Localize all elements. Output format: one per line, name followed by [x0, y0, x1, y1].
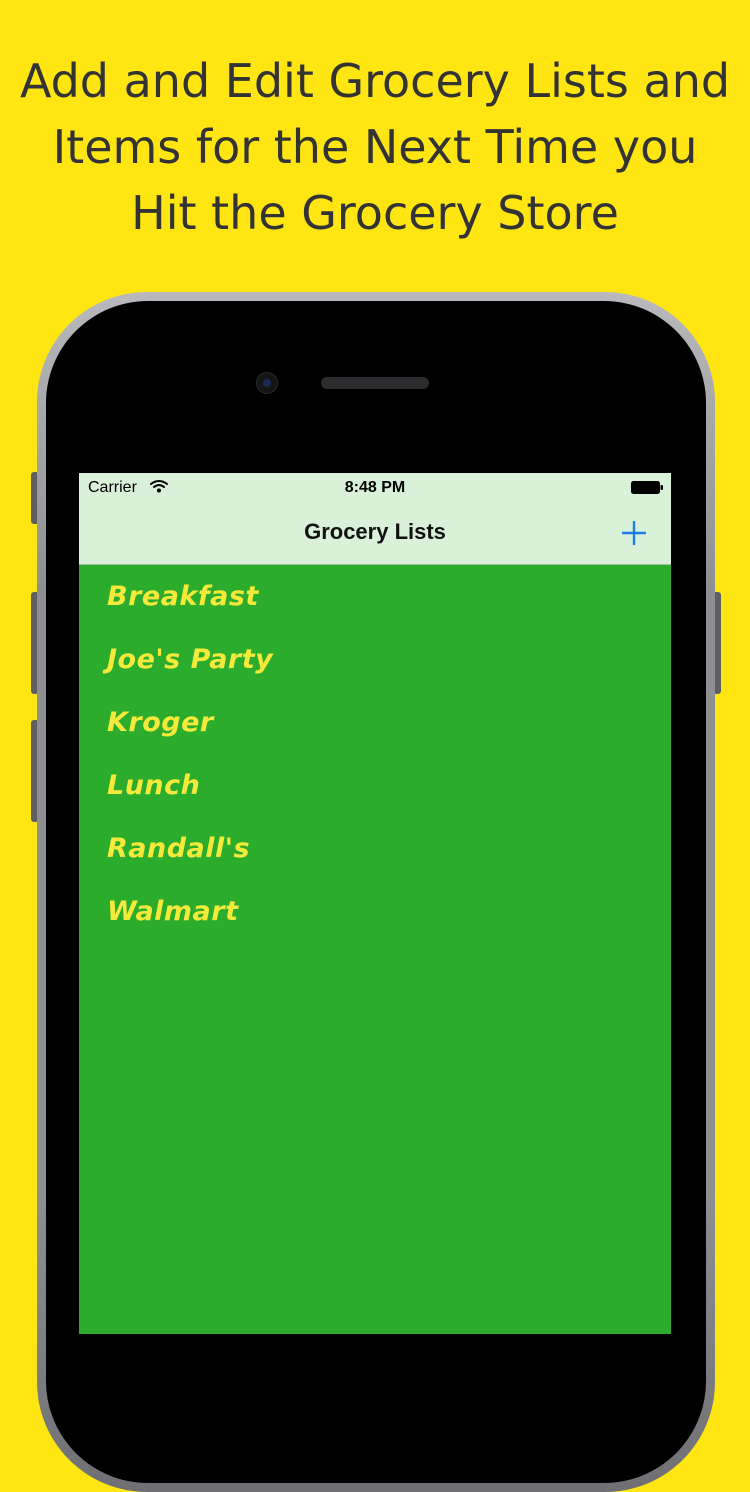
app-screen: Carrier 8:48 PM Grocery Lists Breakfast … — [79, 473, 671, 1334]
status-bar: Carrier 8:48 PM — [79, 473, 671, 503]
promo-headline: Add and Edit Grocery Lists and Items for… — [0, 48, 750, 246]
headline-line-2: Items for the Next Time you — [52, 120, 698, 174]
camera-icon — [256, 372, 278, 394]
headline-line-3: Hit the Grocery Store — [131, 186, 619, 240]
plus-icon[interactable] — [619, 518, 649, 548]
list-item-lunch[interactable]: Lunch — [79, 754, 671, 817]
battery-icon — [631, 481, 663, 494]
navigation-bar: Grocery Lists — [79, 503, 671, 565]
list-item-kroger[interactable]: Kroger — [79, 691, 671, 754]
status-time: 8:48 PM — [344, 479, 406, 496]
earpiece-speaker — [321, 377, 429, 389]
list-item-randalls[interactable]: Randall's — [79, 817, 671, 880]
list-item-breakfast[interactable]: Breakfast — [79, 565, 671, 628]
headline-line-1: Add and Edit Grocery Lists and — [19, 54, 731, 108]
nav-title: Grocery Lists — [304, 519, 446, 544]
list-item-walmart[interactable]: Walmart — [79, 880, 671, 943]
list-item-joes-party[interactable]: Joe's Party — [79, 628, 671, 691]
grocery-list-table: Breakfast Joe's Party Kroger Lunch Randa… — [79, 565, 671, 943]
